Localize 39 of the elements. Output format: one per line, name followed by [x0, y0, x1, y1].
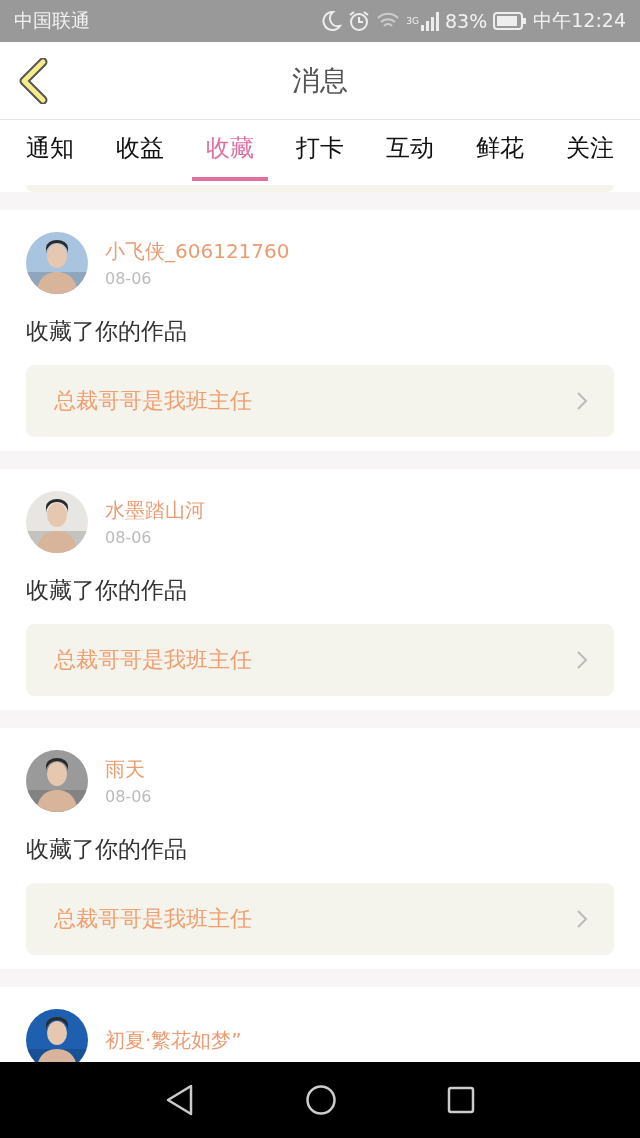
tab[interactable]: 通知 — [12, 120, 88, 181]
chevron-right-icon — [576, 909, 588, 929]
home-icon[interactable] — [305, 1084, 337, 1116]
date-label: 08-06 — [105, 528, 153, 547]
tab[interactable]: 打卡 — [282, 120, 358, 181]
moon-icon — [320, 10, 343, 32]
work-card[interactable]: 总裁哥哥是我班主任 — [26, 624, 614, 696]
date-label: 08-06 — [105, 787, 152, 806]
tab[interactable]: 收藏 — [192, 120, 268, 181]
alarm-icon — [348, 10, 371, 32]
tab[interactable]: 鲜花 — [462, 120, 538, 181]
work-title: 总裁哥哥是我班主任 — [54, 646, 252, 674]
message-text: 收藏了你的作品 — [26, 317, 188, 346]
back-icon[interactable] — [165, 1083, 195, 1117]
message-text: 收藏了你的作品 — [26, 835, 188, 864]
battery-icon — [493, 12, 528, 30]
user-name[interactable]: 初夏·繁花如梦” — [105, 1026, 242, 1054]
work-title: 总裁哥哥是我班主任 — [54, 905, 252, 933]
work-card[interactable]: 总裁哥哥是我班主任 — [26, 883, 614, 955]
message-text: 收藏了你的作品 — [26, 576, 188, 605]
signal-icon — [421, 11, 439, 31]
user-name[interactable]: 水墨踏山河 — [105, 497, 205, 524]
network-label: 3G — [406, 16, 419, 26]
work-card[interactable]: 总裁哥哥是我班主任 — [26, 365, 614, 437]
user-name[interactable]: 小飞侠_606121760 — [105, 238, 290, 265]
chevron-right-icon — [576, 391, 588, 411]
clock: 中午12:24 — [533, 8, 626, 33]
carrier-name: 中国联通 — [14, 8, 90, 33]
tab[interactable]: 关注 — [552, 120, 628, 181]
recents-icon[interactable] — [447, 1086, 475, 1114]
page-title: 消息 — [292, 62, 348, 99]
tab[interactable]: 收益 — [102, 120, 178, 181]
user-name[interactable]: 雨天 — [105, 756, 152, 783]
battery-percent: 83% — [445, 10, 488, 32]
work-title: 总裁哥哥是我班主任 — [54, 387, 252, 415]
chevron-right-icon — [576, 650, 588, 670]
date-label: 08-06 — [105, 269, 153, 288]
back-icon[interactable] — [17, 58, 49, 104]
tab[interactable]: 互动 — [372, 120, 448, 181]
